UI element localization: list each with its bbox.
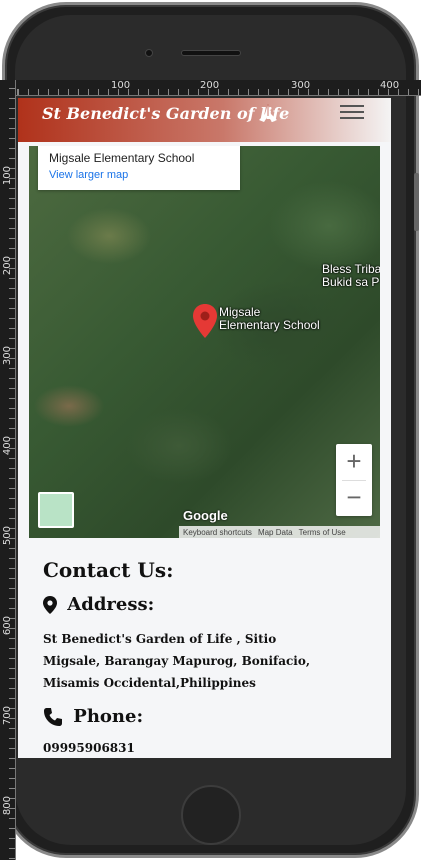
map-type-toggle[interactable]	[38, 492, 74, 528]
terms-of-use-link[interactable]: Terms of Use	[299, 528, 346, 537]
ruler-mark: 100	[2, 166, 13, 186]
map-side-label: Bless Triba Bukid sa P	[322, 262, 380, 289]
zoom-out-button[interactable]: −	[336, 480, 372, 516]
google-logo: Google	[183, 508, 228, 523]
map-info-card: Migsale Elementary School View larger ma…	[38, 146, 240, 190]
phone-heading: Phone:	[43, 706, 143, 730]
map-marker-icon	[43, 596, 57, 614]
map-place-name: Migsale Elementary School	[49, 151, 195, 165]
ruler-mark: 400	[380, 80, 400, 91]
map-data-link[interactable]: Map Data	[258, 528, 293, 537]
phone-icon	[44, 708, 62, 726]
ruler-mark: 100	[111, 80, 131, 91]
home-button[interactable]	[181, 785, 241, 845]
map-pin-icon[interactable]	[193, 304, 217, 338]
keyboard-shortcuts-link[interactable]: Keyboard shortcuts	[183, 528, 252, 537]
embedded-map[interactable]: Migsale Elementary School View larger ma…	[29, 146, 380, 538]
side-button	[414, 173, 419, 231]
zoom-controls: + −	[336, 444, 372, 516]
contact-title: Contact Us:	[43, 558, 174, 582]
praying-hands-icon	[259, 104, 277, 122]
view-larger-map-link[interactable]: View larger map	[49, 169, 128, 181]
speaker-grille	[181, 50, 241, 56]
brand-title[interactable]: St Benedict's Garden of life	[42, 100, 289, 128]
zoom-in-button[interactable]: +	[336, 444, 372, 480]
ruler-mark: 600	[2, 616, 13, 636]
ruler-vertical	[0, 80, 16, 860]
ruler-mark: 400	[2, 436, 13, 456]
ruler-mark: 300	[2, 346, 13, 366]
address-text: St Benedict's Garden of Life , Sitio Mig…	[43, 632, 311, 690]
map-footer: Keyboard shortcuts Map Data Terms of Use	[179, 526, 380, 538]
hamburger-menu-icon[interactable]	[340, 101, 364, 121]
ruler-mark: 800	[2, 796, 13, 816]
device-screen: St Benedict's Garden of life Migsale Ele…	[18, 98, 391, 758]
map-pin-label: Migsale Elementary School	[219, 305, 320, 332]
address-heading: Address:	[43, 594, 154, 618]
phone-number[interactable]: 09995906831	[43, 741, 135, 755]
ruler-mark: 200	[2, 256, 13, 276]
ruler-mark: 200	[200, 80, 220, 91]
ruler-mark: 500	[2, 526, 13, 546]
ruler-mark: 300	[291, 80, 311, 91]
ruler-mark: 700	[2, 706, 13, 726]
camera-icon	[145, 49, 153, 57]
phone-label: Phone:	[73, 706, 144, 727]
navbar: St Benedict's Garden of life	[18, 98, 391, 142]
address-label: Address:	[67, 594, 155, 615]
